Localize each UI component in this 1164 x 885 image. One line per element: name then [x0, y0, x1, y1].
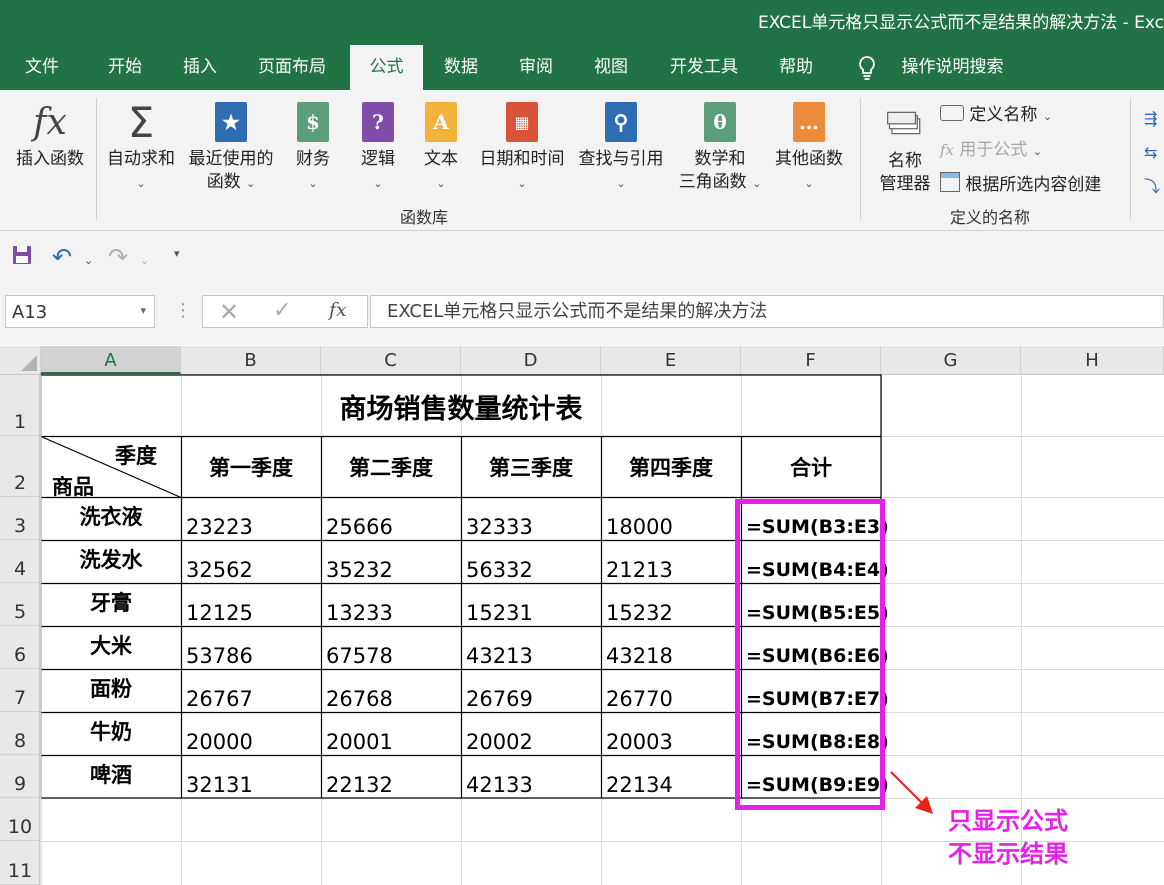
- cell-value[interactable]: 32131: [181, 756, 321, 798]
- cell-value[interactable]: 22132: [321, 756, 461, 798]
- cell-value[interactable]: 20000: [181, 713, 321, 755]
- cell-value[interactable]: 20001: [321, 713, 461, 755]
- cell-value[interactable]: 18000: [601, 498, 741, 540]
- cell-value[interactable]: 43213: [461, 627, 601, 669]
- cell-value[interactable]: 22134: [601, 756, 741, 798]
- cell-value[interactable]: 42133: [461, 756, 601, 798]
- formula-highlight-box: [735, 499, 885, 810]
- corner-quarter-label: 季度: [115, 444, 157, 468]
- cell-product[interactable]: 牛奶: [41, 713, 181, 755]
- cell-value[interactable]: 26769: [461, 670, 601, 712]
- cell-value[interactable]: 43218: [601, 627, 741, 669]
- cell-value[interactable]: 20003: [601, 713, 741, 755]
- cell-product[interactable]: 大米: [41, 627, 181, 669]
- cell-value[interactable]: 26768: [321, 670, 461, 712]
- header-total[interactable]: 合计: [741, 437, 881, 497]
- cell-value[interactable]: 21213: [601, 541, 741, 583]
- cell-value[interactable]: 15232: [601, 584, 741, 626]
- cell-value[interactable]: 12125: [181, 584, 321, 626]
- corner-product-label: 商品: [52, 475, 94, 499]
- sheet-title[interactable]: 商场销售数量统计表: [41, 376, 881, 436]
- cell-value[interactable]: 53786: [181, 627, 321, 669]
- cell-product[interactable]: 面粉: [41, 670, 181, 712]
- cell-value[interactable]: 25666: [321, 498, 461, 540]
- cell-value[interactable]: 26770: [601, 670, 741, 712]
- header-q3[interactable]: 第三季度: [461, 437, 601, 497]
- cell-value[interactable]: 20002: [461, 713, 601, 755]
- header-q1[interactable]: 第一季度: [181, 437, 321, 497]
- cell-product[interactable]: 啤酒: [41, 756, 181, 798]
- cell-value[interactable]: 26767: [181, 670, 321, 712]
- cell-product[interactable]: 牙膏: [41, 584, 181, 626]
- cell-value[interactable]: 15231: [461, 584, 601, 626]
- cell-value[interactable]: 32333: [461, 498, 601, 540]
- header-q2[interactable]: 第二季度: [321, 437, 461, 497]
- cell-product[interactable]: 洗衣液: [41, 498, 181, 540]
- cell-value[interactable]: 35232: [321, 541, 461, 583]
- cell-value[interactable]: 67578: [321, 627, 461, 669]
- cell-value[interactable]: 23223: [181, 498, 321, 540]
- cell-value[interactable]: 13233: [321, 584, 461, 626]
- cell-product[interactable]: 洗发水: [41, 541, 181, 583]
- annotation-arrow-icon: [890, 771, 933, 814]
- cell-value[interactable]: 32562: [181, 541, 321, 583]
- cell-value[interactable]: 56332: [461, 541, 601, 583]
- header-q4[interactable]: 第四季度: [601, 437, 741, 497]
- annotation-text: 只显示公式 不显示结果: [948, 807, 1068, 868]
